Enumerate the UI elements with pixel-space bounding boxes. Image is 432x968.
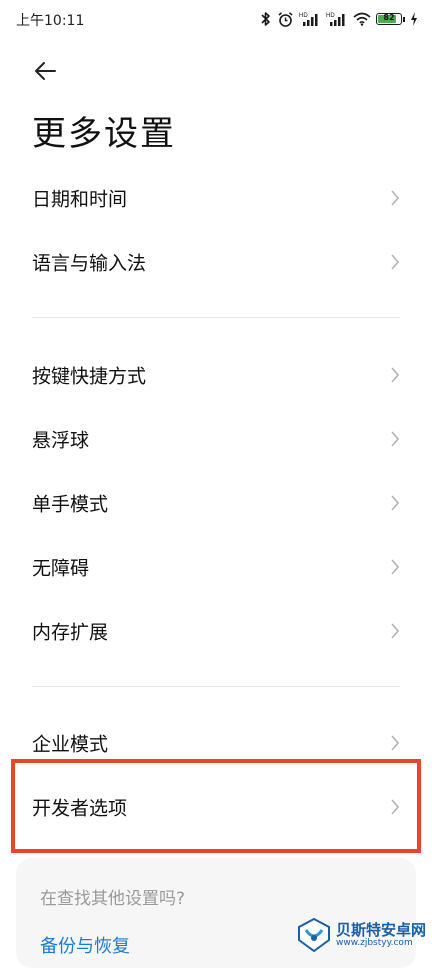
settings-item-accessibility[interactable]: 无障碍 [0, 535, 432, 599]
highlight-annotation [11, 759, 421, 853]
watermark-name: 贝斯特安卓网 [335, 920, 426, 939]
bluetooth-icon [261, 12, 270, 26]
watermark: 贝斯特安卓网 www.zjbstyy.com [296, 918, 426, 952]
battery-icon: 82 [376, 13, 402, 25]
settings-item-memory-extension[interactable]: 内存扩展 [0, 599, 432, 663]
chevron-right-icon [391, 559, 400, 575]
settings-item-label: 按键快捷方式 [32, 365, 147, 388]
signal-icon: HD [299, 13, 318, 26]
chevron-right-icon [391, 254, 400, 270]
watermark-text: 贝斯特安卓网 www.zjbstyy.com [336, 922, 426, 949]
charging-icon [411, 12, 417, 26]
settings-item-label: 语言与输入法 [32, 252, 147, 275]
alarm-icon [278, 11, 293, 27]
battery-tip [403, 16, 405, 22]
wifi-icon [353, 12, 371, 26]
page-title: 更多设置 [32, 114, 176, 154]
back-arrow-icon [35, 62, 56, 80]
suggestion-title: 在查找其他设置吗? [40, 889, 186, 909]
signal-hd-tag: HD [299, 13, 308, 19]
chevron-right-icon [391, 190, 400, 206]
settings-item-label: 日期和时间 [32, 188, 128, 211]
settings-item-language-input[interactable]: 语言与输入法 [0, 230, 432, 294]
settings-item-date-time[interactable]: 日期和时间 [0, 166, 432, 230]
group-divider [32, 686, 400, 687]
status-time: 上午10:11 [16, 13, 85, 29]
back-button[interactable] [30, 56, 66, 86]
settings-item-label: 无障碍 [32, 557, 90, 580]
chevron-right-icon [391, 367, 400, 383]
suggestion-link-backup-restore[interactable]: 备份与恢复 [40, 932, 130, 958]
signal-icon-2: HD [326, 13, 345, 26]
settings-item-label: 内存扩展 [32, 621, 109, 644]
settings-item-label: 企业模式 [32, 733, 109, 756]
status-icons: HD HD 82 [260, 8, 418, 30]
chevron-right-icon [391, 735, 400, 751]
settings-item-label: 悬浮球 [32, 429, 90, 452]
chevron-right-icon [391, 431, 400, 447]
settings-item-label: 单手模式 [32, 493, 109, 516]
settings-item-floating-ball[interactable]: 悬浮球 [0, 407, 432, 471]
chevron-right-icon [391, 623, 400, 639]
status-bar: 上午10:11 HD HD 82 [0, 0, 432, 40]
settings-item-shortcuts[interactable]: 按键快捷方式 [0, 343, 432, 407]
signal-hd-tag-2: HD [326, 13, 335, 19]
chevron-right-icon [391, 495, 400, 511]
group-divider [32, 317, 400, 318]
settings-item-one-hand-mode[interactable]: 单手模式 [0, 471, 432, 535]
battery-level: 82 [383, 13, 395, 22]
watermark-url: www.zjbstyy.com [335, 937, 413, 948]
watermark-logo-icon [297, 918, 330, 952]
